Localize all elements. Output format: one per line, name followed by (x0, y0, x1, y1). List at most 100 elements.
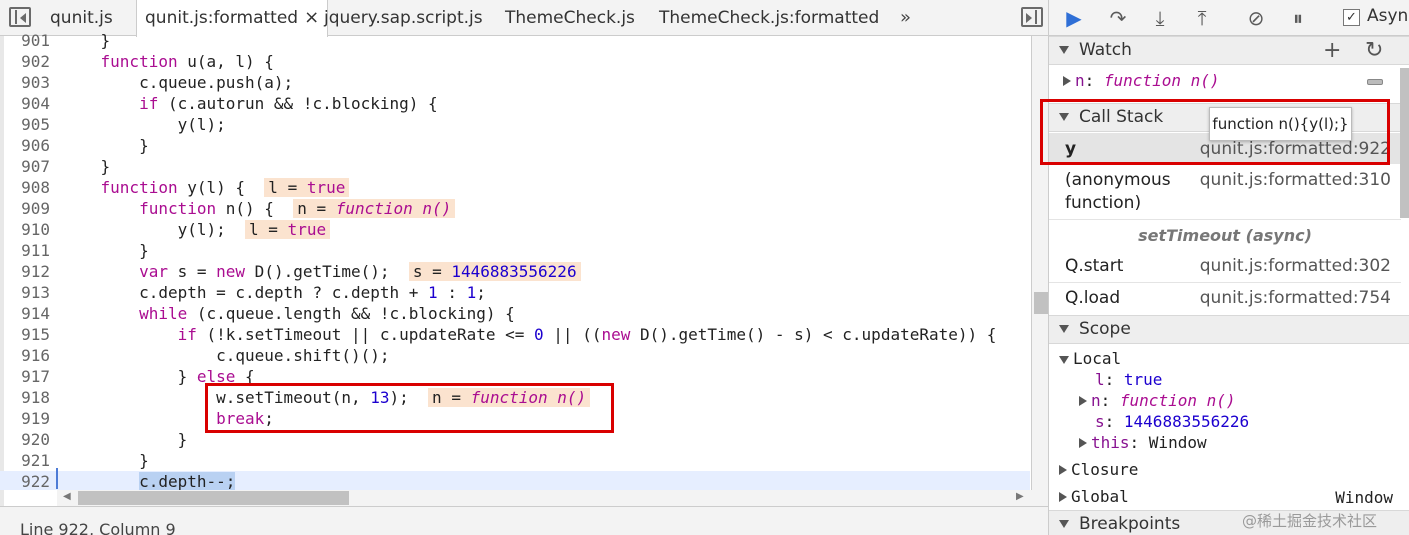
tab-close-icon[interactable]: × (304, 7, 319, 28)
code-line[interactable]: 922 c.depth--; (0, 471, 1030, 490)
expand-arrow-icon[interactable] (1063, 76, 1071, 86)
code-line[interactable]: 912 var s = new D().getTime(); s = 14468… (0, 261, 1030, 282)
frame-location[interactable]: qunit.js:formatted:310 (1200, 170, 1391, 190)
line-number[interactable]: 904 (4, 93, 50, 114)
scroll-left-icon[interactable]: ◀ (63, 491, 71, 502)
line-number[interactable]: 909 (4, 198, 50, 219)
watch-expression-row[interactable]: n: function n() (1049, 68, 1409, 96)
scope-section-header[interactable]: Scope (1049, 315, 1409, 344)
code-line[interactable]: 904 if (c.autorun && !c.blocking) { (0, 93, 1030, 114)
var-value: 1446883556226 (1123, 412, 1250, 431)
code-line[interactable]: 913 c.depth = c.depth ? c.depth + 1 : 1; (0, 282, 1030, 303)
callstack-frame-q-load[interactable]: Q.load qunit.js:formatted:754 (1049, 283, 1401, 315)
callstack-frame-q-start[interactable]: Q.start qunit.js:formatted:302 (1049, 251, 1401, 283)
expand-arrow-icon[interactable] (1079, 396, 1087, 406)
code-line[interactable]: 901 } (0, 30, 1030, 51)
frame-location[interactable]: qunit.js:formatted:754 (1200, 288, 1391, 308)
add-watch-icon[interactable]: + (1323, 37, 1341, 65)
resume-icon[interactable]: ▶ (1061, 5, 1087, 31)
code-line[interactable]: 910 y(l); l = true (0, 219, 1030, 240)
watch-section-header[interactable]: Watch + ↻ (1049, 36, 1409, 65)
code-line[interactable]: 914 while (c.queue.length && !c.blocking… (0, 303, 1030, 324)
scope-var-n[interactable]: n: function n() (1079, 390, 1236, 411)
line-number[interactable]: 906 (4, 135, 50, 156)
line-number[interactable]: 907 (4, 156, 50, 177)
code-text: c.queue.push(a); (62, 73, 294, 92)
code-line[interactable]: 921 } (0, 450, 1030, 471)
scope-closure-header[interactable]: Closure (1059, 459, 1138, 480)
code-line[interactable]: 915 if (!k.setTimeout || c.updateRate <=… (0, 324, 1030, 345)
line-number[interactable]: 911 (4, 240, 50, 261)
line-number[interactable]: 915 (4, 324, 50, 345)
line-number[interactable]: 910 (4, 219, 50, 240)
pause-on-exceptions-icon[interactable]: ⏸ (1285, 5, 1311, 31)
code-line[interactable]: 905 y(l); (0, 114, 1030, 135)
var-name: s (1095, 412, 1105, 431)
tab-label: qunit.js (50, 8, 113, 28)
tab-label: jquery.sap.script.js (324, 8, 483, 28)
code-line[interactable]: 903 c.queue.push(a); (0, 72, 1030, 93)
line-number[interactable]: 920 (4, 429, 50, 450)
scope-local-header[interactable]: Local (1059, 348, 1121, 369)
line-number[interactable]: 921 (4, 450, 50, 471)
line-number[interactable]: 913 (4, 282, 50, 303)
code-text: var s = new D().getTime(); s = 144688355… (62, 261, 581, 282)
scope-closure-title: Closure (1071, 460, 1139, 479)
line-number[interactable]: 901 (4, 30, 50, 51)
expand-arrow-icon[interactable] (1079, 438, 1087, 448)
scroll-right-icon[interactable]: ▶ (1016, 491, 1024, 502)
scope-global-header[interactable]: Global (1059, 486, 1129, 507)
scope-var-s[interactable]: s: 1446883556226 (1095, 411, 1249, 432)
code-text: while (c.queue.length && !c.blocking) { (139, 304, 515, 323)
frame-location[interactable]: qunit.js:formatted:302 (1200, 256, 1391, 276)
navigator-toggle-icon[interactable] (9, 7, 31, 27)
collapse-arrow-icon (1059, 46, 1069, 54)
line-number[interactable]: 914 (4, 303, 50, 324)
line-number[interactable]: 912 (4, 261, 50, 282)
line-number[interactable]: 908 (4, 177, 50, 198)
refresh-watch-icon[interactable]: ↻ (1365, 37, 1383, 65)
line-number[interactable]: 918 (4, 387, 50, 408)
expand-arrow-icon[interactable] (1059, 465, 1067, 475)
editor-horizontal-scroll-thumb[interactable] (78, 491, 349, 505)
code-line[interactable]: 908 function y(l) { l = true (0, 177, 1030, 198)
code-line[interactable]: 916 c.queue.shift()(); (0, 345, 1030, 366)
remove-watch-icon[interactable] (1367, 79, 1383, 85)
code-text: } (62, 430, 188, 449)
scope-var-this[interactable]: this: Window (1079, 432, 1207, 453)
code-line[interactable]: 902 function u(a, l) { (0, 51, 1030, 72)
deactivate-breakpoints-icon[interactable]: ⊘ (1243, 5, 1269, 31)
callstack-frame-anonymous[interactable]: (anonymous function) qunit.js:formatted:… (1049, 165, 1401, 220)
code-line[interactable]: 906 } (0, 135, 1030, 156)
editor-vertical-scroll-thumb[interactable] (1034, 292, 1048, 314)
code-line[interactable]: 911 } (0, 240, 1030, 261)
line-number[interactable]: 922 (4, 471, 50, 490)
step-into-icon[interactable]: ⤓ (1147, 5, 1173, 31)
watch-expression-name: n (1075, 71, 1085, 90)
scope-var-l[interactable]: l: true (1095, 369, 1162, 390)
scope-global-value: Window (1335, 488, 1393, 507)
expand-arrow-icon[interactable] (1059, 492, 1067, 502)
async-checkbox[interactable]: ✓ (1343, 9, 1360, 26)
step-over-icon[interactable]: ↷ (1105, 5, 1131, 31)
debugger-scroll-thumb[interactable] (1400, 68, 1409, 218)
line-number[interactable]: 917 (4, 366, 50, 387)
line-number[interactable]: 903 (4, 72, 50, 93)
line-number[interactable]: 919 (4, 408, 50, 429)
debugger-sidebar-toggle-icon[interactable] (1021, 7, 1043, 27)
line-number[interactable]: 902 (4, 51, 50, 72)
watermark: @稀土掘金技术社区 (1242, 512, 1378, 530)
collapse-arrow-icon (1059, 520, 1069, 528)
line-number[interactable]: 905 (4, 114, 50, 135)
code-line[interactable]: 907 } (0, 156, 1030, 177)
code-line[interactable]: 909 function n() { n = function n() (0, 198, 1030, 219)
watch-expression-value: function n() (1103, 71, 1220, 90)
code-text: y(l); l = true (62, 219, 331, 240)
code-text: function y(l) { l = true (62, 177, 350, 198)
code-text: if (!k.setTimeout || c.updateRate <= 0 |… (177, 325, 997, 344)
collapse-arrow-icon (1059, 356, 1069, 364)
highlight-settimeout-box (205, 383, 614, 433)
frame-function: Q.load (1065, 288, 1121, 308)
line-number[interactable]: 916 (4, 345, 50, 366)
step-out-icon[interactable]: ⤒ (1189, 5, 1215, 31)
